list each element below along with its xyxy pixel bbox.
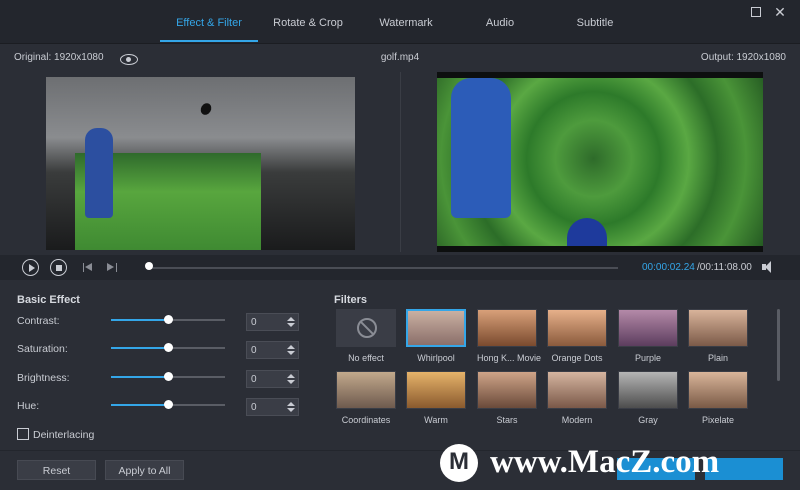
contrast-slider[interactable] xyxy=(111,315,225,324)
golf-ball xyxy=(198,101,214,117)
filter-thumbnail[interactable] xyxy=(336,371,396,409)
playback-bar: 00:00:02.24 /00:11:08.00 xyxy=(0,255,800,280)
maximize-icon[interactable] xyxy=(748,4,764,20)
filter-name: Hong K... Movie xyxy=(477,353,542,363)
apply-to-all-button[interactable]: Apply to All xyxy=(105,460,184,480)
preview-divider xyxy=(400,72,401,252)
filter-name: Gray xyxy=(638,415,658,425)
tab-subtitle[interactable]: Subtitle xyxy=(550,0,640,44)
seek-bar[interactable] xyxy=(148,267,618,269)
brightness-stepper[interactable]: 0 xyxy=(246,370,299,388)
brightness-value: 0 xyxy=(251,374,257,385)
tab-audio[interactable]: Audio xyxy=(456,0,544,44)
tab-watermark[interactable]: Watermark xyxy=(360,0,452,44)
deinterlacing-checkbox[interactable] xyxy=(17,428,29,440)
saturation-slider-handle[interactable] xyxy=(164,343,173,352)
macz-logo-icon xyxy=(440,444,478,482)
saturation-stepper[interactable]: 0 xyxy=(246,341,299,359)
filter-purple[interactable]: Purple xyxy=(618,309,678,363)
brightness-slider[interactable] xyxy=(111,372,225,381)
filter-name: Coordinates xyxy=(341,415,391,425)
filter-thumbnail[interactable] xyxy=(336,309,396,347)
stop-icon[interactable] xyxy=(50,259,67,276)
filter-name: No effect xyxy=(348,353,384,363)
close-icon[interactable]: ✕ xyxy=(772,4,788,20)
filter-thumbnail[interactable] xyxy=(688,371,748,409)
filter-thumbnail[interactable] xyxy=(618,371,678,409)
filter-coordinates[interactable]: Coordinates xyxy=(336,371,396,425)
preview-header: Original: 1920x1080 golf.mp4 Output: 192… xyxy=(0,44,800,72)
hue-label: Hue: xyxy=(17,400,40,412)
original-video-preview xyxy=(46,77,355,250)
filters-title: Filters xyxy=(334,294,368,306)
filter-plain[interactable]: Plain xyxy=(688,309,748,363)
filter-thumbnail[interactable] xyxy=(406,309,466,347)
tab-bar: Effect & Filter Rotate & Crop Watermark … xyxy=(0,0,800,44)
hue-value: 0 xyxy=(251,402,257,413)
macz-watermark: www.MacZ.com xyxy=(440,442,790,484)
volume-icon[interactable] xyxy=(762,261,776,274)
filter-name: Warm xyxy=(424,415,448,425)
filter-modern[interactable]: Modern xyxy=(547,371,607,425)
next-frame-icon[interactable] xyxy=(103,259,120,276)
filter-thumbnail[interactable] xyxy=(547,371,607,409)
file-name: golf.mp4 xyxy=(380,52,420,63)
filter-name: Stars xyxy=(496,415,518,425)
brightness-label: Brightness: xyxy=(17,372,70,384)
filter-thumbnail[interactable] xyxy=(618,309,678,347)
filter-name: Plain xyxy=(707,353,728,363)
decrement-icon[interactable] xyxy=(287,322,295,328)
total-time: /00:11:08.00 xyxy=(697,262,752,273)
hue-slider[interactable] xyxy=(111,400,225,409)
filter-orange-dots[interactable]: Orange Dots xyxy=(547,309,607,363)
hue-slider-handle[interactable] xyxy=(164,400,173,409)
contrast-label: Contrast: xyxy=(17,315,60,327)
decrement-icon[interactable] xyxy=(287,407,295,413)
contrast-stepper[interactable]: 0 xyxy=(246,313,299,331)
filter-stars[interactable]: Stars xyxy=(477,371,537,425)
saturation-label: Saturation: xyxy=(17,343,68,355)
filter-warm[interactable]: Warm xyxy=(406,371,466,425)
filter-thumbnail[interactable] xyxy=(688,309,748,347)
tab-effect-filter[interactable]: Effect & Filter xyxy=(160,0,258,44)
filter-thumbnail[interactable] xyxy=(406,371,466,409)
filter-thumbnail[interactable] xyxy=(477,371,537,409)
filter-name: Orange Dots xyxy=(551,353,603,363)
play-icon[interactable] xyxy=(22,259,39,276)
filter-name: Whirlpool xyxy=(417,353,455,363)
output-video-preview xyxy=(437,72,763,252)
previous-frame-icon[interactable] xyxy=(80,259,97,276)
saturation-slider[interactable] xyxy=(111,343,225,352)
crop-region xyxy=(75,128,261,250)
filter-no-effect[interactable]: No effect xyxy=(336,309,396,363)
filters-scrollbar[interactable] xyxy=(777,309,780,381)
decrement-icon[interactable] xyxy=(287,379,295,385)
filter-thumbnail[interactable] xyxy=(477,309,537,347)
saturation-value: 0 xyxy=(251,345,257,356)
output-frame xyxy=(437,78,763,246)
contrast-value: 0 xyxy=(251,317,257,328)
filter-name: Pixelate xyxy=(701,415,735,425)
output-resolution-label: Output: 1920x1080 xyxy=(700,52,786,63)
brightness-slider-handle[interactable] xyxy=(164,372,173,381)
filter-name: Modern xyxy=(561,415,593,425)
filter-pixelate[interactable]: Pixelate xyxy=(688,371,748,425)
watermark-text: www.MacZ.com xyxy=(490,444,720,480)
filter-hong-k-movie[interactable]: Hong K... Movie xyxy=(477,309,542,363)
tab-rotate-crop[interactable]: Rotate & Crop xyxy=(262,0,354,44)
no-effect-icon xyxy=(357,318,377,338)
filter-thumbnail[interactable] xyxy=(547,309,607,347)
deinterlacing-label: Deinterlacing xyxy=(33,429,95,441)
decrement-icon[interactable] xyxy=(287,350,295,356)
basic-effect-title: Basic Effect xyxy=(17,294,80,306)
filter-gray[interactable]: Gray xyxy=(618,371,678,425)
filter-whirlpool[interactable]: Whirlpool xyxy=(406,309,466,363)
reset-button[interactable]: Reset xyxy=(17,460,96,480)
contrast-slider-handle[interactable] xyxy=(164,315,173,324)
current-time: 00:00:02.24 xyxy=(642,262,695,273)
hue-stepper[interactable]: 0 xyxy=(246,398,299,416)
filter-name: Purple xyxy=(634,353,661,363)
